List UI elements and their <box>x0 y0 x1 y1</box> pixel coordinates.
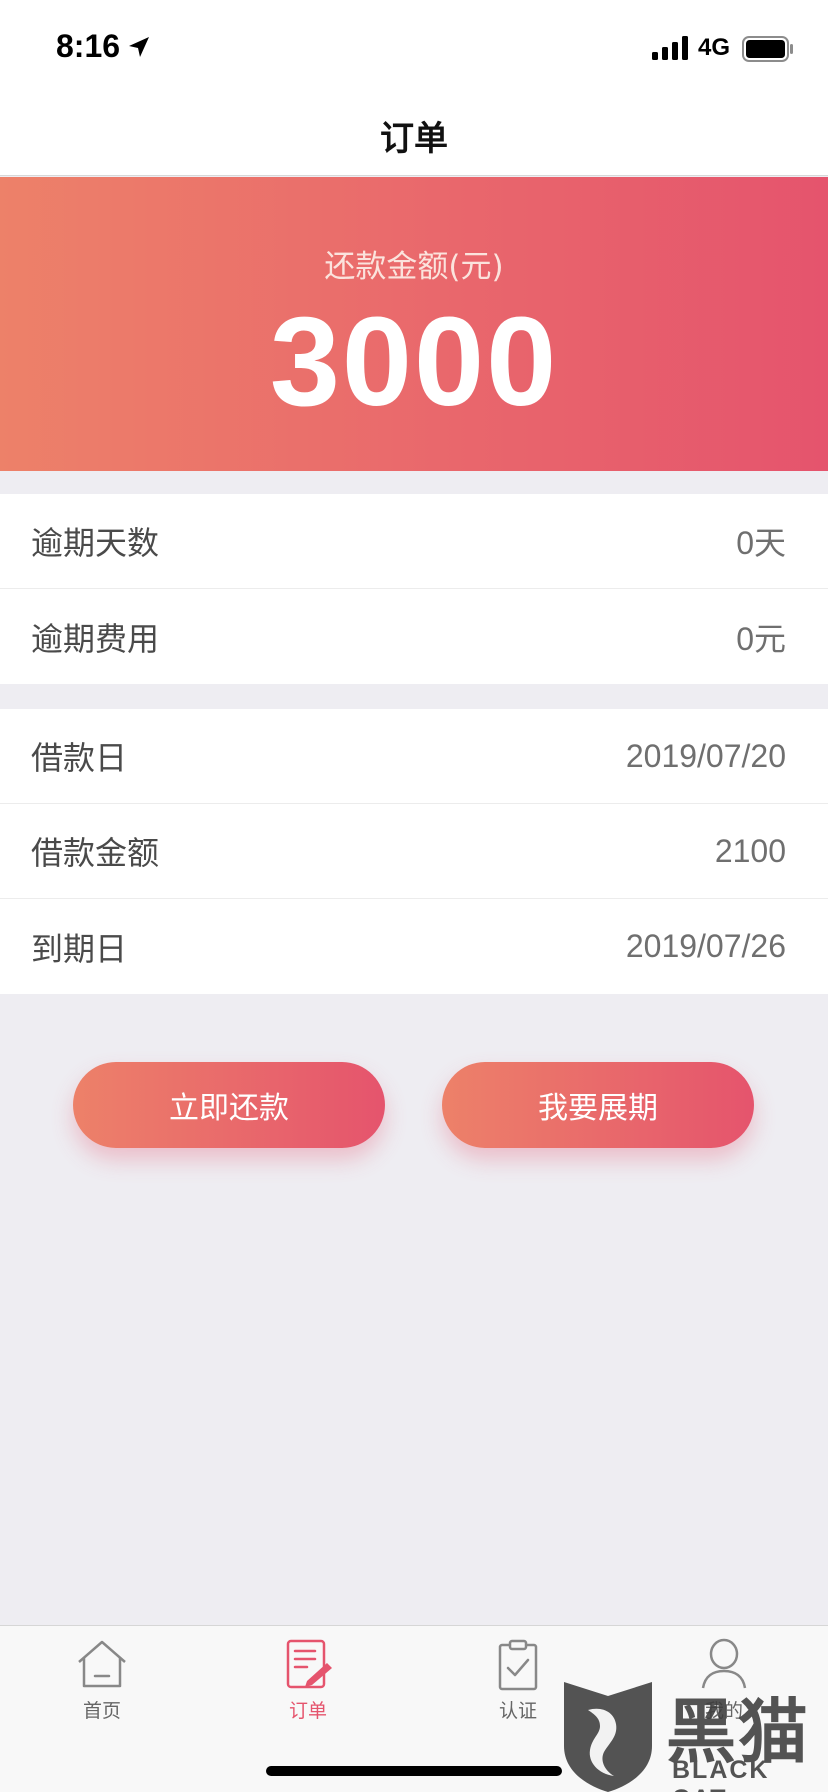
repayment-amount-label: 还款金额(元) <box>324 249 504 285</box>
repayment-amount-value: 3000 <box>269 291 559 432</box>
status-bar: 8:16 4G <box>0 0 828 96</box>
loan-amount-label: 借款金额 <box>31 834 160 872</box>
network-type: 4G <box>698 34 731 61</box>
home-icon <box>78 1640 126 1688</box>
overdue-days-row: 逾期天数 0天 <box>0 494 828 589</box>
order-icon <box>286 1639 332 1689</box>
watermark: 黑猫 BLACK CAT <box>556 1676 828 1792</box>
watermark-en: BLACK CAT <box>672 1756 770 1792</box>
due-date-row: 到期日 2019/07/26 <box>0 899 828 994</box>
clipboard-check-icon <box>498 1639 538 1691</box>
repay-now-button[interactable]: 立即还款 <box>73 1062 385 1148</box>
battery-icon <box>742 36 793 62</box>
page-title: 订单 <box>380 119 448 159</box>
due-date-label: 到期日 <box>31 929 128 968</box>
tab-order[interactable]: 订单 <box>228 1638 388 1738</box>
home-indicator[interactable] <box>266 1766 562 1776</box>
overdue-days-label: 逾期天数 <box>31 524 160 562</box>
location-arrow-icon <box>129 37 149 57</box>
overdue-days-value: 0天 <box>736 525 786 561</box>
loan-info-group: 借款日 2019/07/20 借款金额 2100 到期日 2019/07/26 <box>0 709 828 994</box>
loan-date-row: 借款日 2019/07/20 <box>0 709 828 804</box>
extend-loan-button[interactable]: 我要展期 <box>442 1062 754 1148</box>
overdue-info-group: 逾期天数 0天 逾期费用 0元 <box>0 494 828 684</box>
loan-amount-row: 借款金额 2100 <box>0 804 828 899</box>
overdue-fee-label: 逾期费用 <box>31 619 160 658</box>
tab-home[interactable]: 首页 <box>22 1638 182 1738</box>
status-time: 8:16 <box>56 28 121 64</box>
due-date-value: 2019/07/26 <box>625 928 786 964</box>
loan-date-value: 2019/07/20 <box>625 737 786 774</box>
overdue-fee-row: 逾期费用 0元 <box>0 589 828 684</box>
nav-bar: 订单 <box>0 96 828 176</box>
loan-amount-value: 2100 <box>714 832 786 869</box>
overdue-fee-value: 0元 <box>736 620 786 657</box>
signal-bars-icon <box>652 36 688 60</box>
repayment-hero: 还款金额(元) 3000 <box>0 177 828 471</box>
tab-home-label: 首页 <box>82 1700 121 1722</box>
black-cat-logo-icon <box>564 1682 652 1792</box>
loan-date-label: 借款日 <box>31 739 128 777</box>
tab-order-label: 订单 <box>288 1700 327 1722</box>
